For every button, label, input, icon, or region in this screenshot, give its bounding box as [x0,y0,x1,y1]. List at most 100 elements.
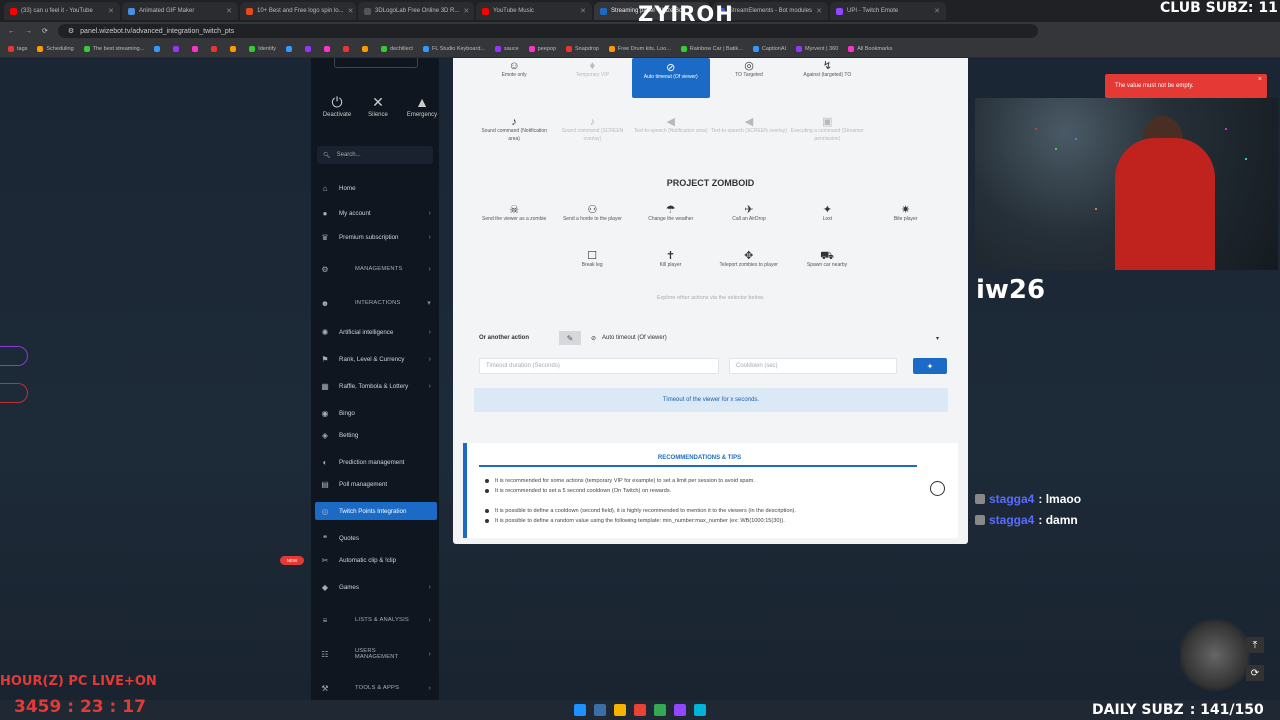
close-tab-icon[interactable]: ✕ [226,7,232,15]
browser-tab[interactable]: 10+ Best and Free logo spin lo... ✕ [240,2,356,20]
action-option-executing-a-command-streamer-permission[interactable]: ▣ Executing a command (Streamer permissio… [788,114,866,143]
sidebar-item-twitch-points-integration[interactable]: ◎ Twitch Points Integration [315,502,437,520]
bookmark-item[interactable]: Free Drum kits, Loo... [608,45,671,52]
back-icon[interactable]: ← [8,28,15,35]
bookmark-item[interactable] [305,45,314,52]
action-option-lost[interactable]: ✦ Lost [788,202,866,224]
sidebar-item-lists-analysis[interactable]: ≡ LISTS & ANALYSIS › [315,611,437,629]
random-value-button[interactable]: ✦ [913,358,947,374]
scroll-top-icon[interactable]: ⤒ [1246,637,1264,653]
close-tab-icon[interactable]: ✕ [816,7,822,15]
sidebar-item-raffle-tombola-lottery[interactable]: ▦ Raffle, Tombola & Lottery › [315,377,437,395]
action-option-break-leg[interactable]: ☐ Break leg [553,248,631,270]
reload-icon[interactable]: ⟳ [42,27,48,35]
site-info-icon[interactable]: ⚙ [68,27,74,35]
action-option-against-targeted-to[interactable]: ↯ Against (targeted) TO [788,58,866,98]
sidebar-item-managements[interactable]: ⚙ MANAGEMENTS › [315,260,437,278]
bookmark-item[interactable]: All Bookmarks [848,45,892,52]
browser-tab[interactable]: (33) can u feel it - YouTube ✕ [4,2,120,20]
taskbar-app-icon[interactable] [674,704,686,716]
chrome-icon[interactable] [634,704,646,716]
sidebar-item-rank-level-currency[interactable]: ⚑ Rank, Level & Currency › [315,350,437,368]
action-option-send-the-viewer-as-a-zombie[interactable]: ☠ Send the viewer as a zombie [475,202,553,224]
bookmark-item[interactable] [154,45,163,52]
bookmark-item[interactable]: sauce [494,45,519,52]
action-option-sound-command-screen-overlay[interactable]: ♪ Sound command (SCREEN overlay) [553,114,631,143]
sidebar-item-premium-subscription[interactable]: ♛ Premium subscription › [315,228,437,246]
bookmark-item[interactable] [230,45,239,52]
bookmark-item[interactable]: dechillect [381,45,413,52]
sidebar-item-quotes[interactable]: ❝ Quotes [315,529,437,547]
action-option-text-to-speech-notification-area[interactable]: ◀ Text-to-speech (Notification area) [632,114,710,143]
sidebar-item-artificial-intelligence[interactable]: ✺ Artificial intelligence › [315,323,437,341]
cooldown-input[interactable]: Cooldown (sec) [729,358,897,374]
taskbar-app-icon[interactable] [654,704,666,716]
bookmark-item[interactable]: Scheduling [37,45,74,52]
taskbar-app-icon[interactable] [694,704,706,716]
bookmark-item[interactable] [343,45,352,52]
taskbar-app-icon[interactable] [594,704,606,716]
emergency-button[interactable]: ▲ Emergency [402,94,442,118]
sidebar-item-interactions[interactable]: ☻ INTERACTIONS ▾ [315,294,437,312]
close-tab-icon[interactable]: ✕ [108,7,114,15]
close-tab-icon[interactable]: ✕ [580,7,586,15]
action-option-change-the-weather[interactable]: ☂ Change the weather [632,202,710,224]
bookmark-item[interactable]: FL Studio Keyboard... [422,45,485,52]
action-option-temporary-vip[interactable]: ♦ Temporary VIP [553,58,631,98]
sidebar-item-automatic-clip-clip[interactable]: ✂ Automatic clip & !clip [315,551,437,569]
action-option-bite-player[interactable]: ✷ Bite player [866,202,944,224]
sidebar-item-my-account[interactable]: ● My account › [315,204,437,222]
sidebar-item-games[interactable]: ◆ Games › [315,578,437,596]
action-option-text-to-speech-screen-overlay[interactable]: ◀ Text-to-speech (SCREEN overlay) [710,114,788,143]
close-tab-icon[interactable]: ✕ [934,7,940,15]
action-option-spawn-car-nearby[interactable]: ⛟ Spawn car nearby [788,248,866,270]
bookmark-item[interactable]: CaptionAI [752,45,786,52]
close-tab-icon[interactable]: ✕ [348,7,354,15]
sidebar-item-betting[interactable]: ◈ Betting [315,426,437,444]
edit-icon[interactable]: ✎ [559,331,581,345]
action-option-kill-player[interactable]: ✝ Kill player [631,248,709,270]
browser-tab[interactable]: 3DLogoLab Free Online 3D R... ✕ [358,2,474,20]
browser-tab[interactable]: UPI - Twitch Emote ✕ [830,2,946,20]
bookmark-item[interactable] [362,45,371,52]
bookmark-item[interactable] [173,45,182,52]
sidebar-item-tools-apps[interactable]: ⚒ TOOLS & APPS › [315,679,437,697]
bookmark-item[interactable]: The best streaming... [83,45,144,52]
bookmark-item[interactable]: tags [8,45,27,52]
bookmark-item[interactable]: Rainbow Car | Batik... [680,45,743,52]
action-option-to-targeted[interactable]: ◎ TO Targeted [710,58,788,98]
sidebar-item-home[interactable]: ⌂ Home [315,179,437,197]
search-input[interactable]: 🔍︎ Search... [317,146,433,164]
bookmark-item[interactable]: peepop [528,45,556,52]
sidebar-item-users-management[interactable]: ☷ USERS MANAGEMENT › [315,645,437,663]
url-field[interactable]: ⚙ panel.wizebot.tv/advanced_integration_… [57,24,1038,38]
bookmark-item[interactable]: Identify [249,45,276,52]
action-option-call-an-airdrop[interactable]: ✈ Call an AirDrop [710,202,788,224]
action-select[interactable]: ⊘ Auto timeout (Of viewer) ▾ [585,330,945,346]
close-tab-icon[interactable]: ✕ [463,7,469,15]
bookmark-item[interactable] [192,45,201,52]
action-option-send-a-horde-to-the-player[interactable]: ⚇ Send a horde to the player [553,202,631,224]
action-option-teleport-zombies-to-player[interactable]: ✥ Teleport zombies to player [710,248,788,270]
deactivate-button[interactable]: ⏻ Deactivate [317,94,357,118]
silence-button[interactable]: ✕ Silence [358,94,398,118]
timeout-duration-input[interactable]: Timeout duration (Seconds) [479,358,719,374]
refresh-icon[interactable]: ⟳ [1246,665,1264,681]
action-option-sound-command-notification-area[interactable]: ♪ Sound command (Notification area) [475,114,553,143]
close-icon[interactable]: × [1258,76,1262,83]
sidebar-item-poll-management[interactable]: ▤ Poll management [315,475,437,493]
bookmark-item[interactable]: Myrvent | 360 [796,45,838,52]
sidebar-item-bingo[interactable]: ◉ Bingo [315,404,437,422]
action-option-emote-only[interactable]: ☺ Emote only [475,58,553,98]
folder-icon[interactable] [614,704,626,716]
bookmark-item[interactable] [211,45,220,52]
browser-tab[interactable]: Animated GIF Maker ✕ [122,2,238,20]
sidebar-item-prediction-management[interactable]: ◐ Prediction management [315,453,437,471]
browser-tab[interactable]: YouTube Music ✕ [476,2,592,20]
forward-icon[interactable]: → [25,28,32,35]
bookmark-item[interactable]: Snapdrop [566,45,599,52]
action-option-auto-timeout-of-viewer[interactable]: ⊘ Auto timeout (Of viewer) [631,58,710,98]
start-icon[interactable] [574,704,586,716]
bookmark-item[interactable] [286,45,295,52]
bookmark-item[interactable] [324,45,333,52]
